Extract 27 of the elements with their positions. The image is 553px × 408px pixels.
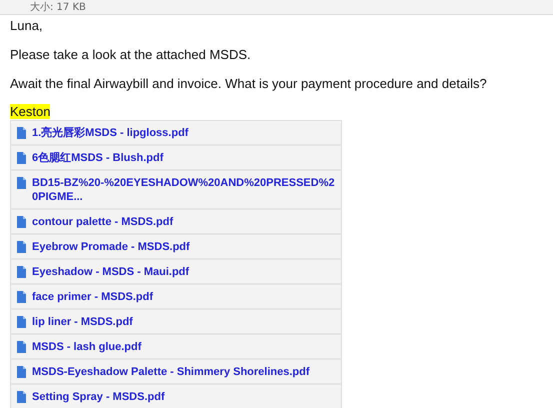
- attachment-link[interactable]: 6色腮红MSDS - Blush.pdf: [32, 151, 164, 165]
- attachment-link[interactable]: Setting Spray - MSDS.pdf: [32, 390, 165, 404]
- attachment-link[interactable]: face primer - MSDS.pdf: [32, 290, 154, 304]
- file-icon: [17, 127, 26, 139]
- attachment-link[interactable]: MSDS-Eyeshadow Palette - Shimmery Shorelines.pdf: [32, 365, 310, 379]
- message-paragraph: Please take a look at the attached MSDS.: [10, 47, 252, 63]
- file-icon: [17, 177, 26, 189]
- attachment-link[interactable]: lip liner - MSDS.pdf: [32, 315, 133, 329]
- attachment-link[interactable]: BD15-BZ%20-%20EYESHADOW%20AND%20PRESSED%20PIGME...: [32, 176, 335, 204]
- attachment-link[interactable]: Eyebrow Promade - MSDS.pdf: [32, 240, 190, 254]
- attachment-link[interactable]: 1.亮光唇彩MSDS - lipgloss.pdf: [32, 126, 188, 140]
- file-icon: [17, 391, 26, 403]
- signature-text: Keston: [10, 104, 50, 119]
- attachment-link[interactable]: contour palette - MSDS.pdf: [32, 215, 174, 229]
- file-icon: [17, 366, 26, 378]
- greeting-text: Luna,: [10, 18, 44, 34]
- file-icon: [17, 266, 26, 278]
- file-icon: [17, 341, 26, 353]
- message-paragraph: Await the final Airwaybill and invoice. What is your payment procedure and details?: [10, 76, 488, 92]
- file-icon: [17, 241, 26, 253]
- file-icon: [17, 152, 26, 164]
- attachment-link[interactable]: MSDS - lash glue.pdf: [32, 340, 142, 354]
- file-size-label: 大小: 17 KB: [30, 2, 86, 14]
- file-icon: [17, 291, 26, 303]
- attachment-link[interactable]: Eyeshadow - MSDS - Maui.pdf: [32, 265, 190, 279]
- file-icon: [17, 216, 26, 228]
- file-icon: [17, 316, 26, 328]
